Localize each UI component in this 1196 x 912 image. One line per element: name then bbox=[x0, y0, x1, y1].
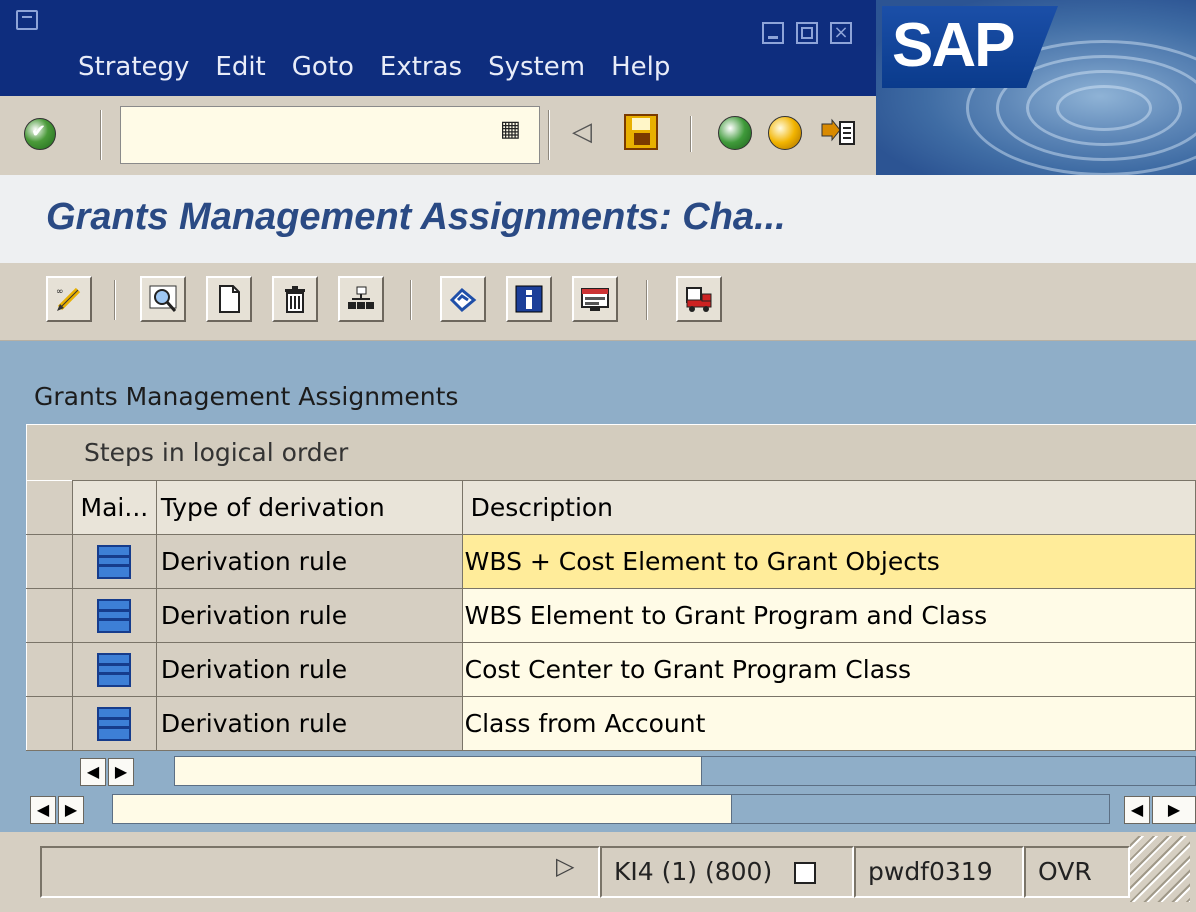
description-cell[interactable]: WBS Element to Grant Program and Class bbox=[461, 588, 1196, 643]
page-scroll-left-end-button[interactable]: ◀ bbox=[1124, 796, 1150, 824]
close-icon[interactable]: × bbox=[830, 22, 852, 44]
table-icon bbox=[97, 652, 132, 687]
table-header-row: Mai... Type of derivation Description bbox=[26, 480, 1196, 535]
separator bbox=[548, 110, 550, 160]
row-selector[interactable] bbox=[26, 588, 73, 643]
check-icon bbox=[24, 118, 56, 150]
hierarchy-button[interactable] bbox=[338, 276, 384, 322]
description-cell[interactable]: Cost Center to Grant Program Class bbox=[461, 642, 1196, 697]
save-icon[interactable] bbox=[624, 114, 658, 150]
maintain-button[interactable] bbox=[71, 588, 157, 643]
column-header-maintain[interactable]: Mai... bbox=[71, 480, 157, 535]
command-field[interactable] bbox=[120, 106, 540, 164]
back-icon[interactable] bbox=[718, 116, 752, 150]
maintain-button[interactable] bbox=[71, 642, 157, 697]
status-message-field bbox=[40, 846, 600, 898]
svg-text:∞: ∞ bbox=[56, 287, 64, 297]
table-row[interactable]: Derivation rule Class from Account bbox=[26, 696, 1196, 751]
command-history-icon[interactable]: ▦ bbox=[500, 117, 524, 147]
exit-icon[interactable] bbox=[768, 116, 802, 150]
steps-title: Steps in logical order bbox=[84, 438, 349, 467]
transport-button[interactable] bbox=[676, 276, 722, 322]
separator bbox=[410, 280, 412, 320]
table-row[interactable]: Derivation rule WBS Element to Grant Pro… bbox=[26, 588, 1196, 643]
resize-grip-icon[interactable] bbox=[1130, 836, 1190, 902]
type-cell: Derivation rule bbox=[155, 534, 463, 589]
page-scroll-left-button[interactable]: ◀ bbox=[30, 796, 56, 824]
display-change-button[interactable]: ∞ bbox=[46, 276, 92, 322]
status-server: pwdf0319 bbox=[854, 846, 1024, 898]
maintain-button[interactable] bbox=[71, 696, 157, 751]
description-cell[interactable]: WBS + Cost Element to Grant Objects bbox=[461, 534, 1196, 589]
table-scroll-right-button[interactable]: ▶ bbox=[108, 758, 134, 786]
menu-edit[interactable]: Edit bbox=[215, 52, 265, 82]
separator bbox=[690, 116, 692, 152]
page-scroll-right-button[interactable]: ▶ bbox=[58, 796, 84, 824]
left-triangle-icon[interactable]: ◁ bbox=[572, 117, 592, 147]
table-scroll-thumb[interactable] bbox=[174, 756, 702, 786]
menu-items: Strategy Edit Goto Extras System Help bbox=[78, 52, 670, 82]
maintain-button[interactable] bbox=[71, 534, 157, 589]
description-cell[interactable]: Class from Account bbox=[461, 696, 1196, 751]
create-button[interactable] bbox=[206, 276, 252, 322]
type-cell: Derivation rule bbox=[155, 588, 463, 643]
link-button[interactable] bbox=[440, 276, 486, 322]
row-selector[interactable] bbox=[26, 696, 73, 751]
enter-button[interactable] bbox=[18, 112, 62, 156]
details-button[interactable] bbox=[140, 276, 186, 322]
table-row[interactable]: Derivation rule Cost Center to Grant Pro… bbox=[26, 642, 1196, 697]
separator bbox=[114, 280, 116, 320]
page-scroll-thumb[interactable] bbox=[112, 794, 732, 824]
row-selector[interactable] bbox=[26, 642, 73, 697]
column-header-description[interactable]: Description bbox=[461, 480, 1196, 535]
menu-strategy[interactable]: Strategy bbox=[78, 52, 189, 82]
table-icon bbox=[97, 598, 132, 633]
table-icon bbox=[97, 544, 132, 579]
table-row[interactable]: Derivation rule WBS + Cost Element to Gr… bbox=[26, 534, 1196, 589]
info-button[interactable] bbox=[506, 276, 552, 322]
type-cell: Derivation rule bbox=[155, 696, 463, 751]
screen-button[interactable] bbox=[572, 276, 618, 322]
sap-logo-area: SAP bbox=[876, 0, 1196, 175]
status-system-text: KI4 (1) (800) bbox=[614, 857, 773, 886]
select-all-button[interactable] bbox=[26, 480, 73, 535]
delete-button[interactable] bbox=[272, 276, 318, 322]
row-selector[interactable] bbox=[26, 534, 73, 589]
separator bbox=[100, 110, 102, 160]
maximize-icon[interactable] bbox=[796, 22, 818, 44]
status-system[interactable]: KI4 (1) (800) bbox=[600, 846, 854, 898]
separator bbox=[646, 280, 648, 320]
menu-extras[interactable]: Extras bbox=[380, 52, 462, 82]
status-mode[interactable]: OVR bbox=[1024, 846, 1130, 898]
minimize-icon[interactable] bbox=[762, 22, 784, 44]
table-icon bbox=[97, 706, 132, 741]
page-scroll-right-end-button[interactable]: ▶ bbox=[1152, 796, 1196, 824]
type-cell: Derivation rule bbox=[155, 642, 463, 697]
system-menu-icon[interactable] bbox=[16, 10, 38, 30]
page-title: Grants Management Assignments: Cha... bbox=[46, 196, 786, 238]
status-system-list-icon[interactable] bbox=[794, 862, 817, 884]
cancel-icon[interactable] bbox=[820, 116, 856, 150]
assignments-table: Mai... Type of derivation Description De… bbox=[26, 480, 1196, 751]
section-label: Grants Management Assignments bbox=[34, 382, 459, 411]
table-scroll-left-button[interactable]: ◀ bbox=[80, 758, 106, 786]
menu-help[interactable]: Help bbox=[611, 52, 670, 82]
menu-goto[interactable]: Goto bbox=[292, 52, 354, 82]
status-expand-icon[interactable]: ▷ bbox=[556, 852, 574, 880]
column-header-type[interactable]: Type of derivation bbox=[155, 480, 463, 535]
menu-system[interactable]: System bbox=[488, 52, 585, 82]
sap-logo-text: SAP bbox=[892, 11, 1015, 80]
